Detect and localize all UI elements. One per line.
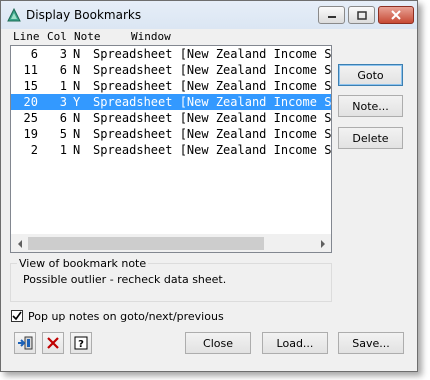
row-window: Spreadsheet [New Zealand Income Su <box>93 47 332 61</box>
list-row[interactable]: 19 5 N Spreadsheet [New Zealand Income S… <box>11 126 331 142</box>
bookmark-note-text: Possible outlier - recheck data sheet. <box>23 273 227 286</box>
close-window-button[interactable] <box>378 6 414 24</box>
row-window: Spreadsheet [New Zealand Income Su <box>93 79 332 93</box>
row-note: N <box>73 127 81 141</box>
maximize-icon <box>356 10 367 20</box>
row-window: Spreadsheet [New Zealand Income Su <box>93 111 332 125</box>
popup-notes-option[interactable]: Pop up notes on goto/next/previous <box>11 309 224 323</box>
help-button[interactable]: ? <box>70 332 92 354</box>
checkmark-icon <box>12 311 22 321</box>
row-col: 3 <box>59 47 67 61</box>
row-line: 19 <box>23 127 38 141</box>
close-icon <box>391 10 401 20</box>
list-header: Line Col Note Window <box>11 29 333 45</box>
row-note: N <box>73 79 81 93</box>
chevron-right-icon <box>320 239 325 248</box>
popup-notes-checkbox[interactable] <box>11 310 23 322</box>
load-button[interactable]: Load... <box>262 332 328 354</box>
row-note: N <box>73 143 81 157</box>
row-note: Y <box>73 95 81 109</box>
save-button[interactable]: Save... <box>338 332 404 354</box>
svg-text:?: ? <box>78 339 84 350</box>
row-line: 25 <box>23 111 38 125</box>
scroll-right-button[interactable] <box>314 235 331 252</box>
exit-icon <box>18 336 33 350</box>
row-col: 6 <box>59 111 67 125</box>
note-group-legend: View of bookmark note <box>17 257 149 270</box>
row-col: 3 <box>59 95 67 109</box>
list-row[interactable]: 11 6 N Spreadsheet [New Zealand Income S… <box>11 62 331 78</box>
goto-button[interactable]: Goto <box>338 64 403 86</box>
scroll-left-button[interactable] <box>11 235 28 252</box>
row-window: Spreadsheet [New Zealand Income Su <box>93 63 332 77</box>
row-window: Spreadsheet [New Zealand Income Su <box>93 127 332 141</box>
list-row-selected[interactable]: 20 3 Y Spreadsheet [New Zealand Income S… <box>11 94 331 110</box>
row-window: Spreadsheet [New Zealand Income Su <box>93 95 332 109</box>
bookmark-note-group: View of bookmark note Possible outlier -… <box>10 257 332 302</box>
row-line: 20 <box>23 95 38 109</box>
list-row[interactable]: 25 6 N Spreadsheet [New Zealand Income S… <box>11 110 331 126</box>
help-icon: ? <box>74 336 88 350</box>
dialog-window: Display Bookmarks Line Col Note Window 6… <box>0 0 418 372</box>
row-col: 5 <box>59 127 67 141</box>
exit-button[interactable] <box>14 332 36 354</box>
row-col: 6 <box>59 63 67 77</box>
delete-button[interactable]: Delete <box>338 127 403 149</box>
popup-notes-label: Pop up notes on goto/next/previous <box>28 309 224 323</box>
row-line: 6 <box>30 47 38 61</box>
header-col: Col <box>47 30 67 43</box>
list-row[interactable]: 2 1 N Spreadsheet [New Zealand Income Su <box>11 142 331 158</box>
window-title: Display Bookmarks <box>26 8 142 22</box>
chevron-left-icon <box>17 239 22 248</box>
row-note: N <box>73 63 81 77</box>
header-line: Line <box>13 30 40 43</box>
bookmark-list[interactable]: 6 3 N Spreadsheet [New Zealand Income Su… <box>10 45 332 253</box>
row-window: Spreadsheet [New Zealand Income Su <box>93 143 332 157</box>
row-line: 11 <box>23 63 38 77</box>
note-button[interactable]: Note... <box>338 95 403 117</box>
minimize-button[interactable] <box>318 6 345 24</box>
row-note: N <box>73 111 81 125</box>
maximize-button[interactable] <box>348 6 375 24</box>
list-row[interactable]: 15 1 N Spreadsheet [New Zealand Income S… <box>11 78 331 94</box>
minimize-icon <box>327 16 336 18</box>
row-line: 15 <box>23 79 38 93</box>
row-col: 1 <box>59 79 67 93</box>
app-icon <box>7 8 21 22</box>
cancel-button[interactable] <box>42 332 64 354</box>
horizontal-scrollbar[interactable] <box>11 234 331 252</box>
header-note: Note <box>74 30 101 43</box>
cancel-x-icon <box>47 337 59 349</box>
list-row[interactable]: 6 3 N Spreadsheet [New Zealand Income Su <box>11 46 331 62</box>
row-note: N <box>73 47 81 61</box>
row-col: 1 <box>59 143 67 157</box>
title-bar[interactable]: Display Bookmarks <box>1 1 417 29</box>
header-window: Window <box>131 30 171 43</box>
row-line: 2 <box>30 143 38 157</box>
scroll-thumb[interactable] <box>28 237 264 250</box>
close-button[interactable]: Close <box>185 332 251 354</box>
